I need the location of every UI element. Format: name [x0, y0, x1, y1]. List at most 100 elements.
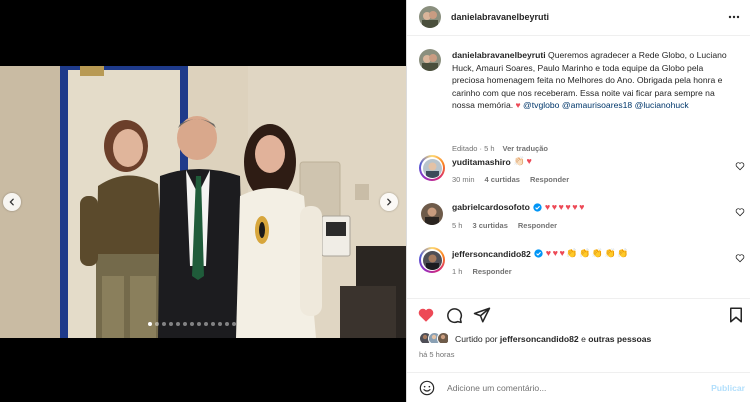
- more-horizontal-icon[interactable]: [727, 10, 741, 24]
- comment-text: 👏🏻 ♥: [514, 156, 532, 167]
- liker-avatar: [437, 332, 450, 345]
- author-avatar[interactable]: [419, 6, 441, 28]
- liked-by-user[interactable]: jeffersoncandido82: [500, 334, 579, 344]
- commenter-avatar[interactable]: [421, 203, 443, 225]
- mention-tvglobo[interactable]: @tvglobo: [523, 100, 559, 110]
- carousel-dot: [204, 322, 208, 326]
- heart-emoji: ♥: [551, 202, 558, 212]
- liker-avatars: [419, 332, 450, 345]
- post-timestamp[interactable]: há 5 horas: [419, 350, 454, 359]
- clap-emoji: 👏: [566, 248, 578, 258]
- mention-amaurisoares18[interactable]: @amaurisoares18: [562, 100, 632, 110]
- post-photo[interactable]: [0, 66, 406, 338]
- commenter-avatar[interactable]: [422, 158, 442, 178]
- heart-emoji: ♥: [572, 202, 578, 212]
- carousel-dot: [183, 322, 187, 326]
- heart-outline-icon[interactable]: [735, 207, 745, 217]
- bookmark-icon: [730, 307, 742, 323]
- like-button[interactable]: [417, 306, 435, 324]
- clap-emoji: 👏: [591, 248, 603, 258]
- carousel-dot: [232, 322, 236, 326]
- caption-edited-time: Editado · 5 h: [452, 144, 495, 153]
- publish-button[interactable]: Publicar: [711, 383, 745, 393]
- heart-emoji: ♥: [545, 248, 552, 258]
- comment-time: 30 min: [452, 175, 475, 184]
- carousel-dot: [155, 322, 159, 326]
- comment-item: gabrielcardosofoto ♥ ♥ ♥ ♥ ♥ ♥ 5 h 3 cur…: [407, 201, 750, 245]
- post-side-panel: danielabravanelbeyruti danielabravanelbe…: [406, 0, 750, 402]
- carousel-dot: [218, 322, 222, 326]
- verified-badge-icon: [534, 249, 543, 258]
- carousel-indicator: [148, 322, 236, 326]
- instagram-post-modal: danielabravanelbeyruti danielabravanelbe…: [0, 0, 750, 402]
- liked-by-prefix: Curtido por: [455, 333, 498, 344]
- reply-button[interactable]: Responder: [518, 221, 557, 230]
- post-header: danielabravanelbeyruti: [407, 0, 750, 36]
- liked-by-connector: e: [581, 333, 586, 344]
- share-button[interactable]: [473, 306, 491, 324]
- heart-emoji: ♥: [558, 202, 564, 212]
- clap-emoji: 👏: [579, 248, 591, 258]
- comment-time: 5 h: [452, 221, 463, 230]
- heart-emoji: ♥: [565, 202, 571, 212]
- carousel-dot: [148, 322, 152, 326]
- story-ring[interactable]: [419, 247, 445, 273]
- comment-text: ♥ ♥ ♥ 👏 👏 👏 👏 👏: [546, 248, 629, 259]
- comment-bubble-icon: [447, 308, 463, 324]
- clap-emoji: 👏: [604, 248, 616, 258]
- post-actions-bar: [407, 298, 750, 330]
- mention-lucianohuck[interactable]: @lucianohuck: [635, 100, 689, 110]
- emoji-smile-icon[interactable]: [419, 380, 435, 396]
- comment-likes-count[interactable]: 3 curtidas: [472, 221, 507, 230]
- heart-emoji: ♥: [515, 100, 521, 111]
- reply-button[interactable]: Responder: [472, 267, 511, 276]
- commenter-username[interactable]: yuditamashiro: [452, 157, 511, 167]
- story-ring[interactable]: [419, 155, 445, 181]
- heart-emoji: ♥: [552, 248, 558, 258]
- caption-username[interactable]: danielabravanelbeyruti: [452, 50, 546, 60]
- carousel-dot: [190, 322, 194, 326]
- commenter-username[interactable]: jeffersoncandido82: [452, 249, 531, 259]
- author-username[interactable]: danielabravanelbeyruti: [451, 12, 549, 22]
- caption-text-block: danielabravanelbeyruti Queremos agradece…: [452, 49, 732, 112]
- chevron-left-icon: [9, 198, 14, 206]
- heart-emoji: ♥: [544, 202, 551, 212]
- comment-time: 1 h: [452, 267, 463, 276]
- see-translation-button[interactable]: Ver tradução: [503, 144, 548, 153]
- comment-input[interactable]: [447, 380, 687, 396]
- clap-emoji: 👏🏻: [513, 156, 525, 166]
- heart-filled-icon: [418, 308, 434, 322]
- heart-emoji: ♥: [579, 202, 585, 212]
- heart-emoji: ♥: [526, 156, 532, 166]
- comment-item: yuditamashiro 👏🏻 ♥ 30 min 4 curtidas Res…: [407, 155, 750, 199]
- caption-author-avatar[interactable]: [419, 49, 441, 71]
- heart-outline-icon[interactable]: [735, 161, 745, 171]
- carousel-dot: [225, 322, 229, 326]
- carousel-next-button[interactable]: [380, 193, 398, 211]
- heart-emoji: ♥: [559, 248, 565, 258]
- reply-button[interactable]: Responder: [530, 175, 569, 184]
- paper-plane-icon: [473, 307, 491, 323]
- commenter-avatar[interactable]: [422, 250, 442, 270]
- carousel-dot: [176, 322, 180, 326]
- carousel-dot: [169, 322, 173, 326]
- post-media-panel: [0, 0, 406, 402]
- carousel-dot: [162, 322, 166, 326]
- add-comment-bar: Publicar: [407, 372, 750, 402]
- carousel-dot: [211, 322, 215, 326]
- verified-badge-icon: [533, 202, 542, 212]
- comment-text: ♥ ♥ ♥ ♥ ♥ ♥: [545, 202, 585, 212]
- liked-by-summary[interactable]: Curtido por jeffersoncandido82 e outras …: [419, 332, 651, 345]
- clap-emoji: 👏: [617, 248, 629, 258]
- liked-by-others[interactable]: outras pessoas: [588, 334, 651, 344]
- heart-outline-icon[interactable]: [735, 253, 745, 263]
- comment-button[interactable]: [445, 306, 463, 324]
- caption-meta: Editado · 5 h Ver tradução: [452, 144, 548, 153]
- carousel-prev-button[interactable]: [3, 193, 21, 211]
- save-button[interactable]: [727, 306, 745, 324]
- chevron-right-icon: [387, 198, 392, 206]
- comment-likes-count[interactable]: 4 curtidas: [485, 175, 520, 184]
- liked-by-text: Curtido por jeffersoncandido82 e outras …: [455, 334, 651, 344]
- commenter-username[interactable]: gabrielcardosofoto: [452, 202, 530, 212]
- comments-list[interactable]: danielabravanelbeyruti Queremos agradece…: [407, 37, 750, 295]
